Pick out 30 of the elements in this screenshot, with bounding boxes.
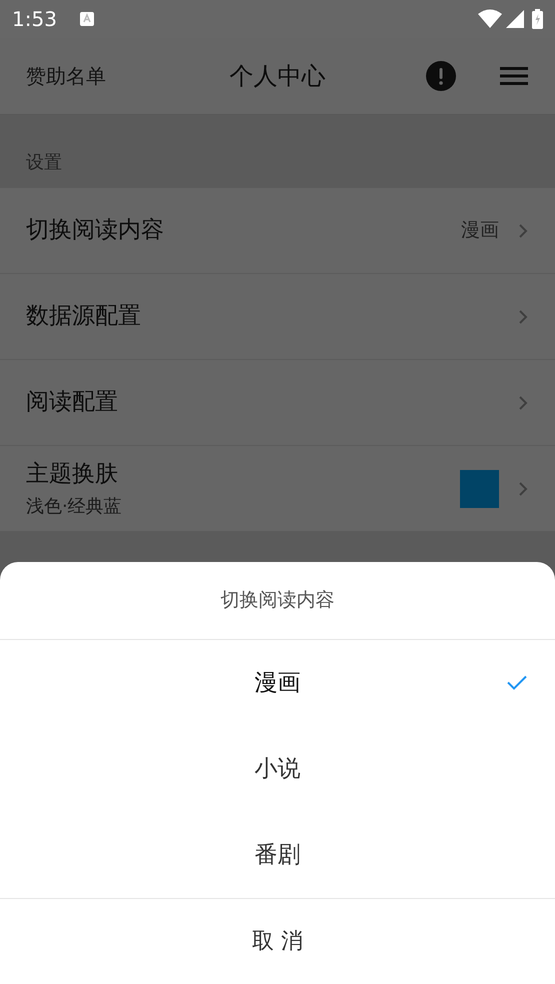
settings-row[interactable]: 阅读配置	[0, 360, 555, 446]
settings-row[interactable]: 数据源配置	[0, 274, 555, 360]
check-icon	[507, 676, 527, 690]
menu-button[interactable]	[499, 64, 529, 88]
chevron-icon	[517, 222, 529, 240]
settings-row[interactable]: 切换阅读内容 漫画	[0, 188, 555, 274]
chevron-icon	[517, 308, 529, 326]
wifi-icon	[478, 9, 502, 29]
row-value: 漫画	[461, 218, 499, 244]
chevron-icon	[517, 480, 529, 498]
row-label: 数据源配置	[26, 302, 142, 332]
page-title: 个人中心	[230, 61, 326, 92]
row-subtitle: 浅色·经典蓝	[26, 495, 123, 520]
section-header: 设置	[26, 150, 62, 174]
row-label: 切换阅读内容	[26, 216, 165, 246]
keyboard-icon	[78, 11, 95, 27]
chevron-icon	[517, 394, 529, 412]
row-label: 主题换肤	[26, 460, 119, 489]
option-item[interactable]: 番剧	[0, 812, 555, 898]
sheet-title: 切换阅读内容	[220, 588, 334, 614]
option-item[interactable]: 漫画	[0, 640, 555, 726]
info-button[interactable]	[425, 60, 457, 92]
battery-icon	[532, 9, 543, 29]
option-item[interactable]: 小说	[0, 726, 555, 812]
signal-icon	[506, 10, 524, 28]
settings-row[interactable]: 主题换肤 浅色·经典蓝	[0, 446, 555, 532]
status-time: 1:53	[12, 6, 57, 33]
sponsor-list-link[interactable]: 赞助名单	[26, 61, 106, 91]
row-label: 阅读配置	[26, 388, 119, 418]
cancel-button[interactable]: 取 消	[0, 898, 555, 984]
